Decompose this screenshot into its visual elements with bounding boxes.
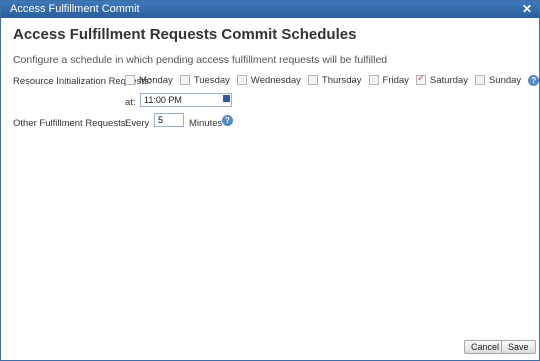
minutes-input[interactable] (154, 113, 184, 127)
checkbox-saturday[interactable] (415, 73, 426, 85)
checkbox-tuesday[interactable] (179, 75, 190, 85)
cancel-button[interactable]: Cancel (464, 340, 507, 354)
day-label: Friday (382, 74, 409, 86)
checkbox-sunday[interactable] (474, 75, 485, 85)
day-checkbox-group: Monday Tuesday Wednesday Thursday Friday… (125, 73, 540, 86)
help-icon[interactable]: ? (222, 115, 233, 126)
dialog-window: Access Fulfillment Commit ✕ Access Fulfi… (0, 0, 540, 361)
save-button[interactable]: Save (501, 340, 536, 354)
window-title: Access Fulfillment Commit (10, 3, 140, 15)
day-label: Tuesday (193, 74, 230, 86)
day-label: Wednesday (250, 74, 301, 86)
help-icon[interactable]: ? (528, 74, 540, 86)
every-label: Every (125, 118, 150, 129)
close-icon[interactable]: ✕ (521, 1, 533, 18)
title-bar: Access Fulfillment Commit ✕ (1, 1, 539, 18)
at-label: at: (125, 97, 136, 108)
other-fulfillment-label: Other Fulfillment Requests: (13, 118, 129, 129)
time-input[interactable] (140, 93, 232, 107)
time-picker-icon[interactable] (223, 95, 230, 102)
day-sunday[interactable]: Sunday (474, 74, 522, 86)
day-label: Monday (139, 74, 173, 86)
day-tuesday[interactable]: Tuesday (179, 74, 230, 86)
day-label: Saturday (429, 74, 468, 86)
day-saturday[interactable]: Saturday (415, 73, 468, 86)
day-monday[interactable]: Monday (125, 75, 173, 86)
page-title: Access Fulfillment Requests Commit Sched… (13, 26, 357, 43)
minutes-label: Minutes (189, 118, 223, 129)
checkbox-monday[interactable] (125, 75, 135, 85)
day-thursday[interactable]: Thursday (307, 74, 362, 86)
checkbox-wednesday[interactable] (236, 75, 247, 85)
checkbox-friday[interactable] (368, 75, 379, 85)
day-friday[interactable]: Friday (368, 74, 409, 86)
day-label: Thursday (321, 74, 362, 86)
page-subtitle: Configure a schedule in which pending ac… (13, 54, 388, 66)
day-label: Sunday (488, 74, 522, 86)
day-wednesday[interactable]: Wednesday (236, 74, 301, 86)
checkbox-thursday[interactable] (307, 75, 318, 85)
